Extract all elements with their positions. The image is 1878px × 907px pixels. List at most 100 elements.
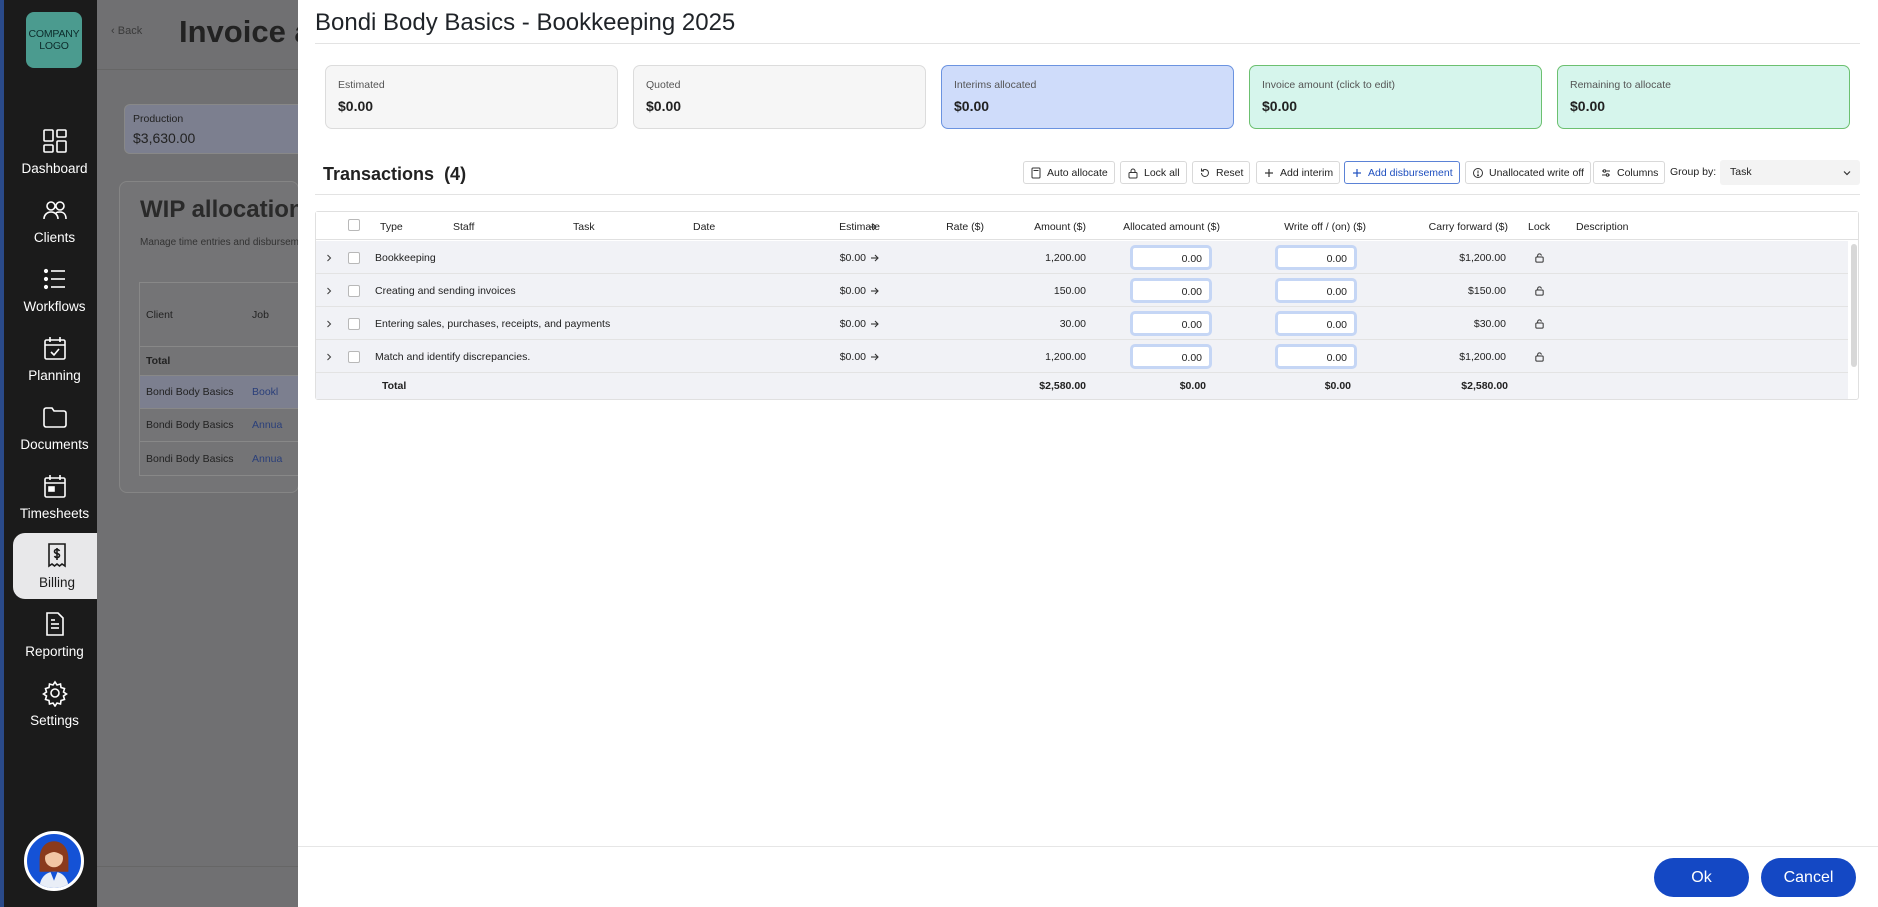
chevron-right-icon[interactable] — [324, 319, 334, 329]
wip-subtitle: Manage time entries and disbursem — [140, 237, 299, 248]
allocation-modal: Bondi Body Basics - Bookkeeping 2025 Est… — [298, 0, 1878, 907]
column-header-carry-forward[interactable]: Carry forward ($) — [1391, 221, 1508, 233]
settings-icon — [41, 680, 68, 707]
column-header-job: Job — [252, 308, 269, 321]
row-checkbox[interactable] — [348, 318, 360, 330]
job-cell[interactable]: Annua — [252, 419, 282, 431]
unlock-icon[interactable] — [1534, 351, 1545, 362]
arrow-right-icon[interactable] — [870, 286, 880, 296]
sidebar-item-planning[interactable]: Planning — [8, 326, 101, 392]
allocated-amount-input[interactable]: 0.00 — [1130, 278, 1212, 303]
production-value: $3,630.00 — [133, 130, 196, 146]
user-avatar[interactable] — [24, 831, 84, 891]
column-header-writeoff[interactable]: Write off / (on) ($) — [1241, 221, 1366, 233]
table-row[interactable]: Match and identify discrepancies. $0.00 … — [316, 340, 1848, 373]
arrow-right-icon[interactable] — [870, 352, 880, 362]
divider — [298, 846, 1878, 847]
back-link[interactable]: ‹ Back — [111, 25, 142, 37]
column-header-rate[interactable]: Rate ($) — [906, 221, 984, 233]
type-cell: Match and identify discrepancies. — [375, 351, 531, 363]
reset-button[interactable]: Reset — [1192, 161, 1251, 184]
sidebar-item-workflows[interactable]: Workflows — [8, 257, 101, 323]
sidebar-item-settings[interactable]: Settings — [8, 671, 101, 737]
sidebar-nav: COMPANY LOGO Dashboard Clients Workflows … — [0, 0, 101, 907]
lock-icon — [1128, 168, 1138, 178]
write-off-input[interactable]: 0.00 — [1275, 278, 1357, 303]
carry-forward-cell: $30.00 — [1473, 318, 1506, 330]
columns-button[interactable]: Columns — [1593, 161, 1666, 184]
client-cell: Bondi Body Basics — [146, 452, 234, 465]
add-interim-button[interactable]: Add interim — [1256, 161, 1341, 184]
write-off-input[interactable]: 0.00 — [1275, 245, 1357, 270]
table-row[interactable]: Bondi Body Basics Annua — [140, 409, 308, 442]
company-logo[interactable]: COMPANY LOGO — [26, 12, 82, 68]
page-title: Invoice a — [179, 14, 312, 49]
unlock-icon[interactable] — [1534, 252, 1545, 263]
unlock-icon[interactable] — [1534, 285, 1545, 296]
table-scrollbar[interactable] — [1851, 244, 1857, 367]
allocated-amount-input[interactable]: 0.00 — [1130, 344, 1212, 369]
write-off-input[interactable]: 0.00 — [1275, 344, 1357, 369]
cancel-button[interactable]: Cancel — [1761, 858, 1856, 897]
select-all-checkbox[interactable] — [348, 219, 360, 231]
sidebar-item-label: Timesheets — [19, 506, 90, 521]
column-header-date[interactable]: Date — [693, 221, 715, 233]
sidebar-item-reporting[interactable]: Reporting — [8, 602, 101, 668]
row-checkbox[interactable] — [348, 285, 360, 297]
allocated-amount-input[interactable]: 0.00 — [1130, 245, 1212, 270]
amount-cell: 30.00 — [1059, 318, 1086, 330]
chevron-right-icon[interactable] — [324, 352, 334, 362]
sidebar-item-clients[interactable]: Clients — [8, 188, 101, 254]
column-header-type[interactable]: Type — [380, 221, 403, 233]
total-label: Total — [382, 380, 407, 392]
transactions-count: (4) — [444, 164, 467, 184]
amount-cell: 150.00 — [1053, 285, 1086, 297]
kpi-label: Estimated — [338, 79, 385, 91]
chevron-right-icon[interactable] — [324, 286, 334, 296]
table-row[interactable]: Creating and sending invoices $0.00 150.… — [316, 274, 1848, 307]
ok-button[interactable]: Ok — [1654, 858, 1749, 897]
columns-label: Columns — [1617, 166, 1659, 179]
transactions-heading: Transactions (4) — [323, 164, 466, 185]
unallocated-write-off-button[interactable]: Unallocated write off — [1465, 161, 1591, 184]
arrow-right-icon[interactable] — [870, 253, 880, 263]
chevron-right-icon[interactable] — [324, 253, 334, 263]
wip-table: Client Job Total Bondi Body Basics Bookl… — [139, 282, 309, 476]
reset-label: Reset — [1216, 166, 1244, 179]
column-header-task[interactable]: Task — [573, 221, 595, 233]
allocated-amount-input[interactable]: 0.00 — [1130, 311, 1212, 336]
table-total-row: Total — [140, 347, 308, 376]
kpi-quoted: Quoted $0.00 — [633, 65, 926, 129]
job-cell[interactable]: Annua — [252, 453, 282, 465]
sidebar-item-timesheets[interactable]: Timesheets — [8, 464, 101, 530]
kpi-invoice-amount[interactable]: Invoice amount (click to edit) $0.00 — [1249, 65, 1542, 129]
write-off-input[interactable]: 0.00 — [1275, 311, 1357, 336]
unallocated-write-off-label: Unallocated write off — [1489, 166, 1584, 179]
auto-allocate-button[interactable]: Auto allocate — [1023, 161, 1115, 184]
unlock-icon[interactable] — [1534, 318, 1545, 329]
group-by-select[interactable]: Task — [1720, 160, 1860, 185]
kpi-remaining-to-allocate: Remaining to allocate $0.00 — [1557, 65, 1850, 129]
row-checkbox[interactable] — [348, 252, 360, 264]
column-header-allocated[interactable]: Allocated amount ($) — [1095, 221, 1220, 233]
column-header-amount[interactable]: Amount ($) — [996, 221, 1086, 233]
sidebar-item-label: Dashboard — [21, 161, 88, 176]
column-header-lock[interactable]: Lock — [1528, 221, 1550, 233]
table-row[interactable]: Entering sales, purchases, receipts, and… — [316, 307, 1848, 340]
sidebar-item-billing[interactable]: Billing — [13, 533, 101, 599]
table-row[interactable]: Bookkeeping $0.00 1,200.00 0.00 0.00 $1,… — [316, 241, 1848, 274]
column-header-description[interactable]: Description — [1576, 221, 1629, 233]
table-row[interactable]: Bondi Body Basics Annua — [140, 442, 308, 475]
arrow-right-icon[interactable] — [870, 319, 880, 329]
table-row[interactable]: Bondi Body Basics Bookl — [140, 376, 308, 409]
sidebar-item-dashboard[interactable]: Dashboard — [8, 119, 101, 185]
arrow-right-icon — [869, 223, 877, 231]
kpi-label: Invoice amount (click to edit) — [1262, 79, 1396, 91]
row-checkbox[interactable] — [348, 351, 360, 363]
sidebar-item-documents[interactable]: Documents — [8, 395, 101, 461]
column-header-staff[interactable]: Staff — [453, 221, 474, 233]
sidebar-item-label: Documents — [20, 437, 89, 452]
job-cell[interactable]: Bookl — [252, 386, 278, 398]
lock-all-button[interactable]: Lock all — [1120, 161, 1187, 184]
add-disbursement-button[interactable]: Add disbursement — [1344, 161, 1460, 184]
